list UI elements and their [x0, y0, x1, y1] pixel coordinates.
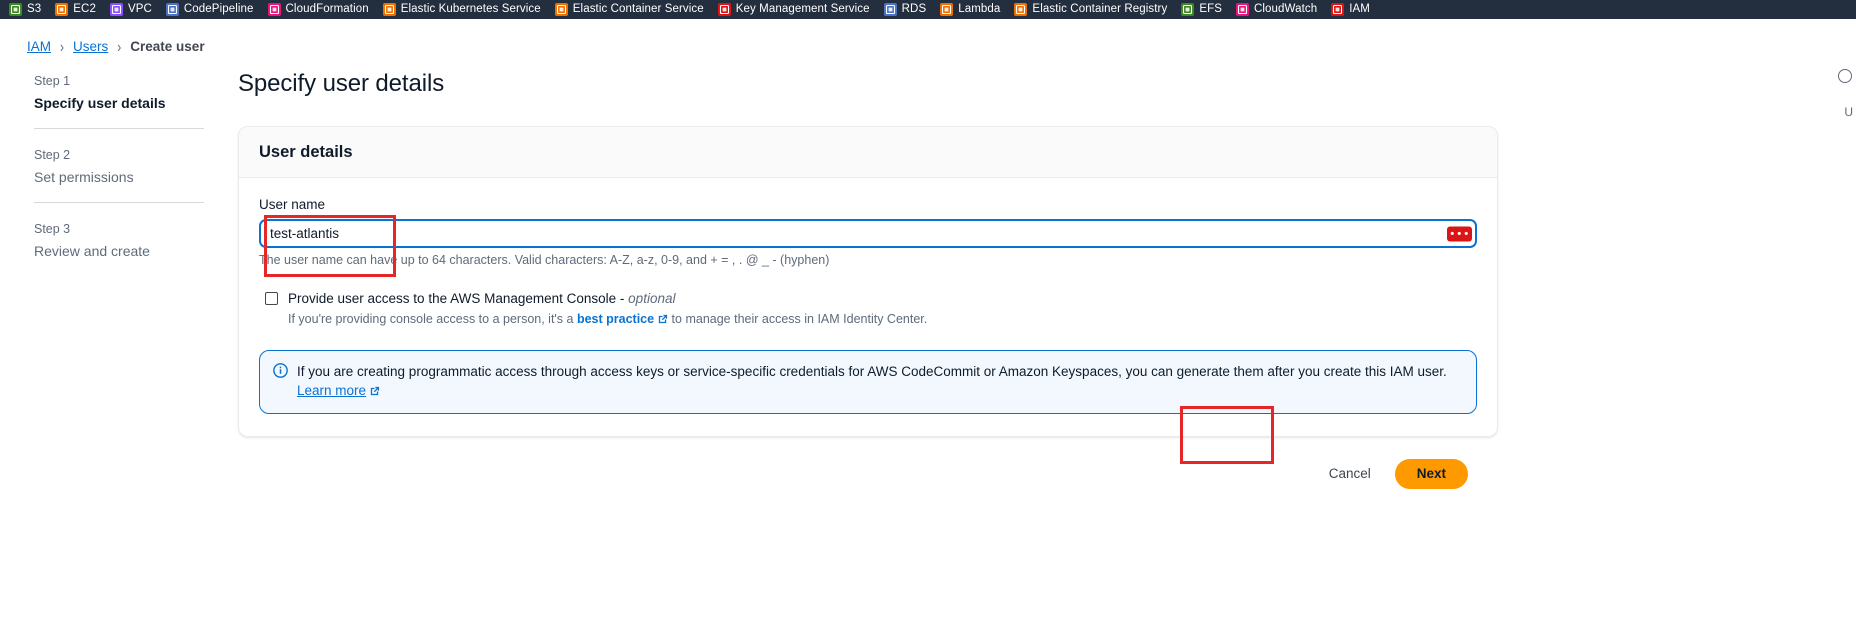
edge-label: U	[1844, 105, 1853, 119]
service-link-label: EFS	[1199, 3, 1222, 15]
service-link-label: CloudWatch	[1254, 3, 1318, 15]
service-link-label: EC2	[73, 3, 96, 15]
wizard-step-number: Step 3	[34, 222, 71, 236]
ec2-icon	[55, 3, 69, 16]
console-access-desc-post: to manage their access in IAM Identity C…	[668, 312, 928, 326]
user-name-input[interactable]	[259, 219, 1477, 248]
service-link-elastic-container-registry[interactable]: Elastic Container Registry	[1009, 0, 1176, 19]
wizard-step-title[interactable]: Review and create	[34, 242, 204, 260]
elastic-kubernetes-service-icon	[382, 3, 396, 16]
service-link-label: Elastic Container Service	[572, 3, 704, 15]
service-link-label: RDS	[901, 3, 927, 15]
cloudwatch-icon	[1236, 3, 1249, 16]
info-icon	[273, 363, 288, 383]
wizard-actions: Cancel Next	[238, 459, 1498, 489]
service-link-vpc[interactable]: VPC	[105, 0, 161, 19]
service-link-rds[interactable]: RDS	[879, 0, 936, 19]
wizard-step-number: Step 1	[34, 74, 71, 88]
user-name-input-wrap: •••	[259, 219, 1477, 248]
next-button[interactable]: Next	[1394, 459, 1468, 489]
service-link-cloudwatch[interactable]: CloudWatch	[1231, 0, 1326, 19]
external-link-icon-2	[369, 383, 380, 402]
service-link-efs[interactable]: EFS	[1176, 0, 1231, 19]
service-link-cloudformation[interactable]: CloudFormation	[263, 0, 378, 19]
page-body: Step 1 Specify user details Step 2 Set perm…	[0, 57, 1856, 617]
info-alert: If you are creating programmatic access …	[259, 350, 1477, 414]
service-favorites-bar: S3 EC2 VPC CodePipeline CloudFormation Elasti…	[0, 0, 1856, 19]
lambda-icon	[940, 3, 954, 16]
help-icon[interactable]	[1838, 69, 1852, 83]
rds-icon	[883, 3, 897, 16]
service-link-label: IAM	[1349, 3, 1370, 15]
service-link-label: Lambda	[958, 3, 1001, 15]
info-alert-text: If you are creating programmatic access …	[297, 362, 1462, 402]
right-edge-chrome: U	[1838, 57, 1856, 617]
console-access-text: Provide user access to the AWS Managemen…	[288, 289, 1477, 330]
wizard-step-navigation: Step 1 Specify user details Step 2 Set perm…	[0, 57, 238, 276]
wizard-step-1: Step 1 Specify user details	[34, 73, 204, 128]
service-link-label: CloudFormation	[285, 3, 369, 15]
info-alert-body: If you are creating programmatic access …	[297, 364, 1447, 379]
breadcrumb: IAM › Users › Create user	[0, 19, 1856, 57]
iam-icon	[1331, 3, 1345, 16]
wizard-step-title[interactable]: Specify user details	[34, 94, 204, 112]
service-link-codepipeline[interactable]: CodePipeline	[161, 0, 263, 19]
service-link-lambda[interactable]: Lambda	[935, 0, 1009, 19]
external-link-icon	[657, 313, 668, 330]
elastic-container-service-icon	[554, 3, 568, 16]
s3-icon	[9, 3, 22, 16]
user-name-hint: The user name can have up to 64 characte…	[259, 253, 830, 267]
breadcrumb-separator: ›	[117, 37, 122, 56]
console-access-checkbox[interactable]	[265, 292, 278, 305]
service-link-label: Elastic Kubernetes Service	[400, 3, 541, 15]
service-link-label: Key Management Service	[735, 3, 870, 15]
service-link-label: CodePipeline	[183, 3, 254, 15]
codepipeline-icon	[165, 3, 179, 16]
service-link-elastic-kubernetes-service[interactable]: Elastic Kubernetes Service	[378, 0, 550, 19]
elastic-container-registry-icon	[1014, 3, 1028, 16]
user-name-label: User name	[259, 197, 326, 212]
page-title: Specify user details	[238, 70, 445, 97]
service-link-key-management-service[interactable]: Key Management Service	[713, 0, 879, 19]
wizard-step-title[interactable]: Set permissions	[34, 168, 204, 186]
breadcrumb-separator: ›	[60, 37, 65, 56]
key-management-service-icon	[717, 3, 731, 16]
wizard-step-number: Step 2	[34, 148, 71, 162]
service-link-label: S3	[27, 3, 42, 15]
wizard-step-3: Step 3 Review and create	[34, 202, 204, 276]
breadcrumb-item-iam[interactable]: IAM	[27, 39, 51, 54]
service-link-label: Elastic Container Registry	[1032, 3, 1168, 15]
user-details-container: User details User name ••• The user name…	[238, 126, 1498, 437]
cloudformation-icon	[267, 3, 281, 16]
console-access-label-text: Provide user access to the AWS Managemen…	[288, 291, 629, 306]
cancel-button[interactable]: Cancel	[1317, 459, 1383, 489]
service-link-label: VPC	[127, 3, 152, 15]
user-details-heading: User details	[259, 143, 353, 161]
learn-more-link[interactable]: Learn more	[297, 383, 366, 398]
service-link-ec2[interactable]: EC2	[50, 0, 105, 19]
console-access-optional-text: optional	[628, 291, 676, 306]
user-name-field-group: User name ••• The user name can have up …	[259, 196, 1477, 269]
efs-icon	[1181, 3, 1195, 16]
password-manager-icon[interactable]: •••	[1447, 226, 1472, 241]
wizard-step-2: Step 2 Set permissions	[34, 128, 204, 202]
console-access-description: If you're providing console access to a …	[288, 311, 1477, 330]
service-link-s3[interactable]: S3	[4, 0, 50, 19]
service-link-iam[interactable]: IAM	[1326, 0, 1379, 19]
breadcrumb-item-create-user: Create user	[130, 39, 205, 54]
console-access-desc-pre: If you're providing console access to a …	[288, 312, 577, 326]
vpc-icon	[109, 3, 123, 16]
service-link-elastic-container-service[interactable]: Elastic Container Service	[550, 0, 713, 19]
console-access-row: Provide user access to the AWS Managemen…	[259, 289, 1477, 330]
breadcrumb-item-users[interactable]: Users	[73, 39, 108, 54]
console-access-label[interactable]: Provide user access to the AWS Managemen…	[288, 289, 1477, 308]
main-content: Specify user details User details User n…	[238, 57, 1528, 489]
best-practice-link[interactable]: best practice	[577, 312, 654, 326]
user-details-header: User details	[239, 127, 1497, 178]
user-details-body: User name ••• The user name can have up …	[239, 178, 1497, 436]
